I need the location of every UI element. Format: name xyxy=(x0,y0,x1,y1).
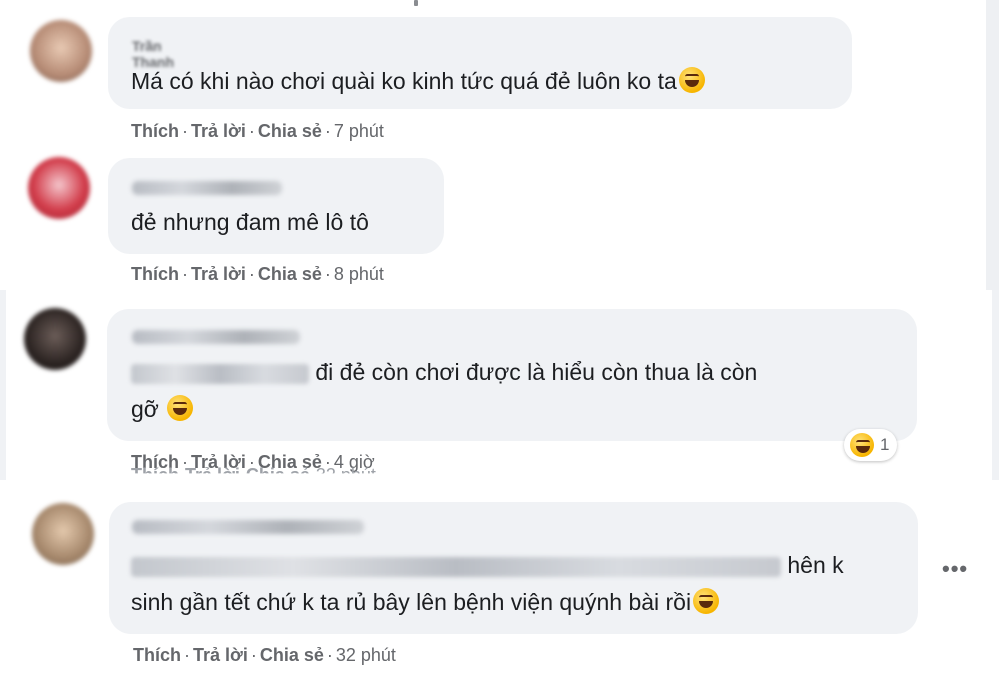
comment-actions: Thích · Trả lời · Chia sẻ · 7 phút xyxy=(131,121,384,141)
share-button[interactable]: Chia sẻ xyxy=(258,264,322,284)
tears-of-joy-icon xyxy=(693,588,720,614)
like-button[interactable]: Thích xyxy=(131,121,179,141)
timestamp[interactable]: 32 phút xyxy=(336,645,396,665)
haha-reaction-icon xyxy=(850,433,874,457)
avatar[interactable] xyxy=(24,308,86,370)
reply-button[interactable]: Trả lời xyxy=(193,645,248,665)
share-button[interactable]: Chia sẻ xyxy=(260,645,324,665)
comment-text-line-1: hên k xyxy=(131,549,844,582)
comment-text-line-1: đi đẻ còn chơi được là hiểu còn thua là … xyxy=(131,356,757,389)
reaction-summary[interactable]: 1 xyxy=(844,429,898,461)
comment-text: đẻ nhưng đam mê lô tô xyxy=(131,209,369,235)
more-options-icon[interactable]: ••• xyxy=(942,556,968,582)
comment-text-content: sinh gần tết chứ k ta rủ bây lên bệnh vi… xyxy=(131,589,692,615)
comment-text-content: gỡ xyxy=(131,396,159,422)
comment-actions: Thích · Trả lời · Chia sẻ · 8 phút xyxy=(131,264,384,284)
avatar[interactable] xyxy=(28,157,90,219)
author-name[interactable] xyxy=(132,520,364,534)
right-edge-strip xyxy=(986,0,999,300)
author-name[interactable] xyxy=(132,330,300,344)
timestamp[interactable]: 7 phút xyxy=(334,121,384,141)
reply-button[interactable]: Trả lời xyxy=(191,121,246,141)
top-divider-mark xyxy=(414,0,418,6)
comment-actions: Thích · Trả lời · Chia sẻ · 32 phút xyxy=(133,645,396,665)
reply-button[interactable]: Trả lời xyxy=(191,264,246,284)
redacted-mentions xyxy=(131,556,781,577)
like-button[interactable]: Thích xyxy=(131,264,179,284)
comment-text-content: hên k xyxy=(787,552,844,578)
like-button[interactable]: Thích xyxy=(133,645,181,665)
comment-text-line-2: sinh gần tết chứ k ta rủ bây lên bệnh vi… xyxy=(131,586,720,619)
comment-text-line-2: gỡ xyxy=(131,393,194,426)
author-name[interactable] xyxy=(132,181,282,195)
timestamp[interactable]: 8 phút xyxy=(334,264,384,284)
avatar[interactable] xyxy=(30,20,92,82)
redacted-mention xyxy=(131,363,309,384)
comment-text-content: Má có khi nào chơi quài ko kinh tức quá … xyxy=(131,68,677,94)
rolling-on-floor-laughing-icon xyxy=(678,67,705,93)
reaction-count: 1 xyxy=(880,435,890,454)
share-button[interactable]: Chia sẻ xyxy=(258,121,322,141)
comment-text: Má có khi nào chơi quài ko kinh tức quá … xyxy=(131,65,705,98)
rolling-on-floor-laughing-icon xyxy=(167,395,194,421)
avatar[interactable] xyxy=(32,503,94,565)
comment-text-content: đi đẻ còn chơi được là hiểu còn thua là … xyxy=(315,359,758,385)
